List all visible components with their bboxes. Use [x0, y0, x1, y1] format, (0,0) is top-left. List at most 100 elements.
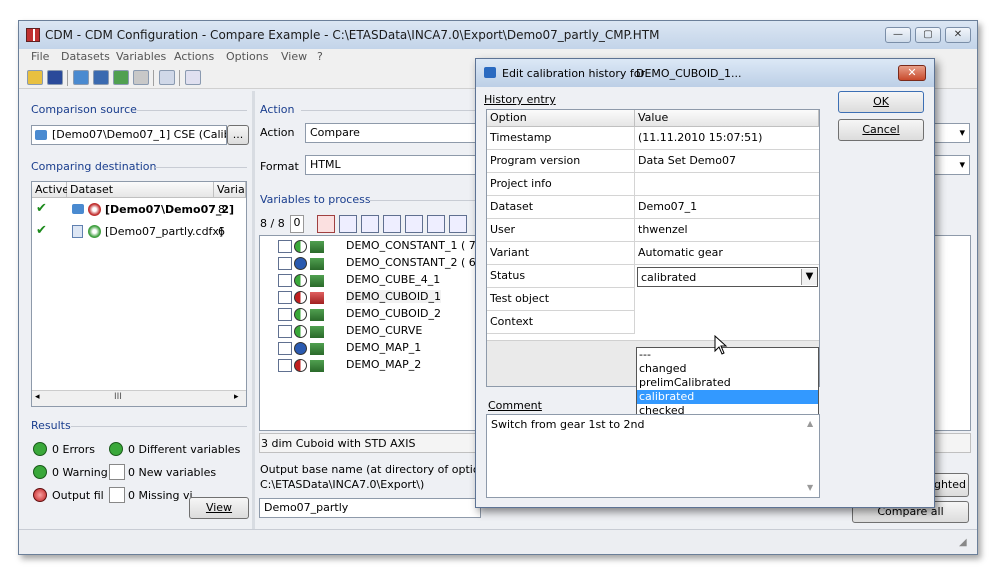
status-icon	[294, 342, 307, 355]
warning-count[interactable]: 0 Warning	[52, 466, 108, 479]
format-dropdown-arrow[interactable]: ▾	[934, 155, 970, 175]
dialog-close-button[interactable]: ✕	[898, 65, 926, 81]
format-select[interactable]: HTML	[305, 155, 477, 175]
filter-matrix-icon[interactable]	[383, 215, 401, 233]
table-row[interactable]: ✔ [Demo07_partly.cdfx] 6	[32, 222, 246, 242]
comment-textarea[interactable]: Switch from gear 1st to 2nd ▲ ▼	[486, 414, 820, 498]
missing-variables-count[interactable]: 0 Missing vi	[128, 489, 193, 502]
filter-value-icon[interactable]	[339, 215, 357, 233]
edit-calibration-history-dialog: Edit calibration history for DEMO_CUBOID…	[475, 58, 935, 508]
checklist-icon[interactable]	[185, 70, 201, 85]
value-variant[interactable]: Automatic gear	[635, 242, 819, 265]
empty-status-box	[109, 464, 125, 480]
dialog-title-target: DEMO_CUBOID_1...	[636, 67, 742, 80]
column-header-dataset[interactable]: Dataset	[67, 182, 214, 198]
ok-icon	[33, 465, 47, 479]
menu-view[interactable]: View	[281, 50, 307, 63]
cancel-button[interactable]: Cancel	[838, 119, 924, 141]
status-icon	[294, 359, 307, 372]
scroll-right-icon[interactable]: ▸	[234, 392, 239, 402]
panel-splitter[interactable]	[252, 91, 255, 531]
comparison-source-field[interactable]: [Demo07\Demo07_1] CSE (Calibra	[31, 125, 227, 145]
app-icon	[26, 28, 40, 42]
status-option-selected[interactable]: calibrated	[637, 390, 818, 404]
list-item[interactable]: DEMO_MAP_1	[260, 340, 490, 357]
history-entry-label: History entry	[484, 93, 556, 106]
menu-options[interactable]: Options	[226, 50, 268, 63]
list-item[interactable]: DEMO_CONSTANT_2 ( 69	[260, 255, 490, 272]
ok-button[interactable]: OK	[838, 91, 924, 113]
view-button[interactable]: View	[189, 497, 249, 519]
output-file-label[interactable]: Output fil	[52, 489, 104, 502]
menu-file[interactable]: File	[31, 50, 49, 63]
column-header-value[interactable]: Value	[635, 110, 819, 127]
option-user: User	[487, 219, 635, 242]
action-select[interactable]: Compare	[305, 123, 477, 143]
divider	[71, 426, 247, 427]
table-row[interactable]: ✔ [Demo07\Demo07_2] 8	[32, 200, 246, 220]
save-icon[interactable]	[47, 70, 63, 85]
list-item[interactable]: DEMO_CURVE	[260, 323, 490, 340]
divider	[137, 110, 247, 111]
browse-source-button[interactable]: ...	[227, 125, 249, 145]
maximize-button[interactable]: ▢	[915, 27, 941, 43]
list-item[interactable]: DEMO_CUBOID_1	[260, 289, 490, 306]
menu-help[interactable]: ?	[317, 50, 323, 63]
variables-icon[interactable]	[113, 70, 129, 85]
value-project-info[interactable]	[635, 173, 819, 196]
table-icon[interactable]	[93, 70, 109, 85]
new-icon[interactable]	[27, 70, 43, 85]
column-header-active[interactable]: Active	[32, 182, 69, 198]
action-dropdown-arrow[interactable]: ▾	[934, 123, 970, 143]
variable-name: DEMO_CONSTANT_2 ( 69	[346, 256, 483, 269]
filter-constant-icon[interactable]	[405, 215, 423, 233]
value-program-version[interactable]: Data Set Demo07	[635, 150, 819, 173]
output-base-name-field[interactable]: Demo07_partly	[259, 498, 481, 518]
value-user[interactable]: thwenzel	[635, 219, 819, 242]
list-item[interactable]: DEMO_CUBOID_2	[260, 306, 490, 323]
curve-type-icon	[278, 325, 292, 338]
different-variables-count[interactable]: 0 Different variables	[128, 443, 240, 456]
scroll-down-icon[interactable]: ▼	[807, 483, 813, 492]
filter-array-icon[interactable]	[361, 215, 379, 233]
resize-grip-icon[interactable]: ◢	[959, 537, 967, 548]
minimize-button[interactable]: —	[885, 27, 911, 43]
compare-icon	[310, 326, 324, 338]
column-header-option[interactable]: Option	[487, 110, 635, 127]
filter-curve-icon[interactable]	[317, 215, 335, 233]
list-item[interactable]: DEMO_CUBE_4_1	[260, 272, 490, 289]
active-check-icon[interactable]: ✔	[36, 201, 47, 216]
list-item[interactable]: DEMO_MAP_2	[260, 357, 490, 374]
status-option[interactable]: changed	[637, 362, 818, 376]
scroll-left-icon[interactable]: ◂	[35, 392, 40, 402]
status-option[interactable]: prelimCalibrated	[637, 376, 818, 390]
cube-type-icon	[278, 274, 292, 287]
list-item[interactable]: DEMO_CONSTANT_1 ( 70	[260, 238, 490, 255]
close-button[interactable]: ✕	[945, 27, 971, 43]
value-dataset[interactable]: Demo07_1	[635, 196, 819, 219]
value-timestamp[interactable]: (11.11.2010 15:07:51)	[635, 127, 819, 150]
title-bar: CDM - CDM Configuration - Compare Exampl…	[19, 21, 977, 49]
menu-variables[interactable]: Variables	[116, 50, 166, 63]
new-variables-count[interactable]: 0 New variables	[128, 466, 216, 479]
errors-count[interactable]: 0 Errors	[52, 443, 95, 456]
menu-actions[interactable]: Actions	[174, 50, 214, 63]
filter-curve-type-icon[interactable]	[427, 215, 445, 233]
column-header-variants[interactable]: Varia	[214, 182, 246, 198]
format-label: Format	[260, 160, 299, 173]
map-type-icon	[278, 359, 292, 372]
comparison-source-label: Comparison source	[31, 103, 137, 116]
find-icon[interactable]	[159, 70, 175, 85]
filter-map-icon[interactable]	[449, 215, 467, 233]
scroll-up-icon[interactable]: ▲	[807, 419, 813, 428]
scroll-thumb[interactable]: III	[114, 392, 122, 402]
option-variant: Variant	[487, 242, 635, 265]
compare-icon	[310, 360, 324, 372]
chevron-down-icon[interactable]: ▼	[801, 269, 817, 285]
dataset-icon[interactable]	[73, 70, 89, 85]
active-check-icon[interactable]: ✔	[36, 223, 47, 238]
status-select[interactable]: calibrated ▼	[637, 267, 818, 287]
horizontal-scrollbar[interactable]: ◂ III ▸	[32, 390, 246, 406]
menu-datasets[interactable]: Datasets	[61, 50, 110, 63]
variant-count: 6	[218, 225, 225, 238]
